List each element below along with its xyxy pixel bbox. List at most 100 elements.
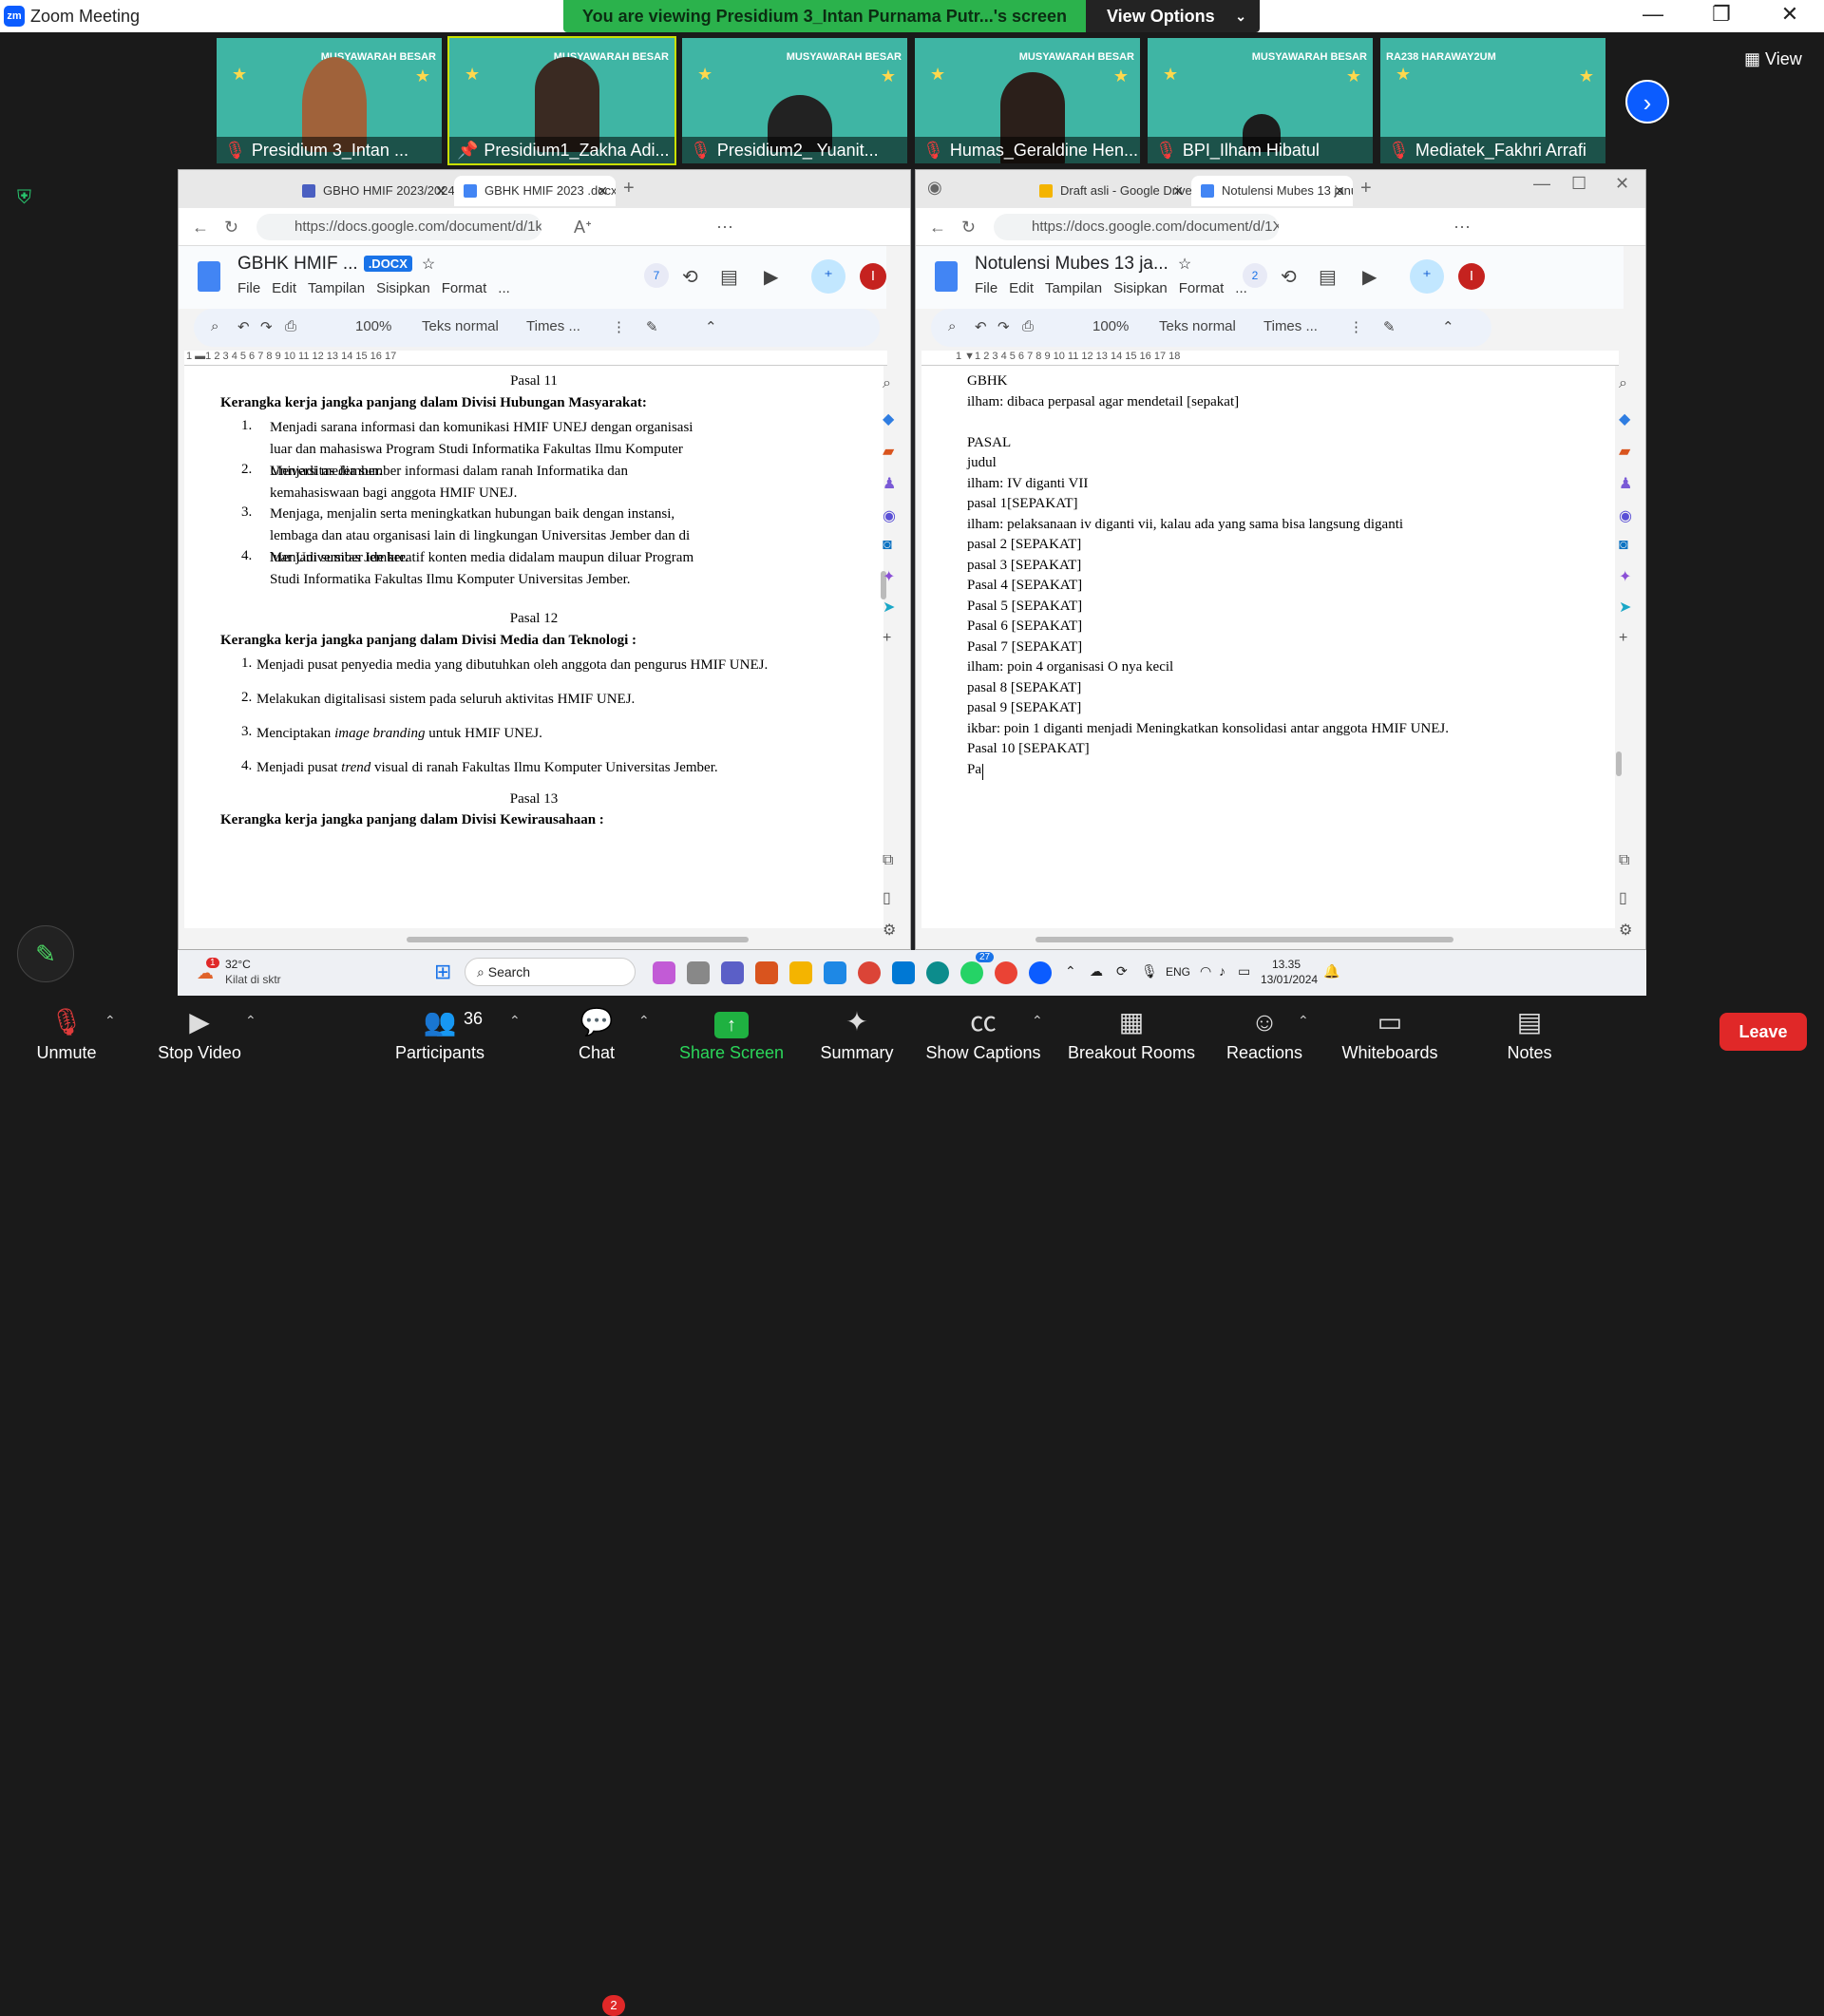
copilot-icon[interactable]: ◉ <box>883 506 896 525</box>
edge-icon[interactable] <box>926 961 949 984</box>
chevron-up-icon[interactable]: ⌃ <box>638 1013 650 1029</box>
game-icon[interactable]: ♟ <box>1619 474 1632 493</box>
more-icon[interactable]: ⋮ <box>1349 318 1363 335</box>
document-page[interactable]: GBHK ilham: dibaca perpasal agar mendetai… <box>922 366 1615 928</box>
chat-button[interactable]: 💬 Chat <box>559 1003 635 1063</box>
wifi-icon[interactable]: ◠ <box>1200 963 1211 979</box>
share-button[interactable]: ⁺ <box>1410 259 1444 294</box>
mic-icon[interactable]: 🎙 <box>1141 963 1158 979</box>
menu-dots-icon[interactable]: ⋯ <box>1454 218 1471 238</box>
horizontal-scrollbar[interactable] <box>1036 937 1454 942</box>
maximize-icon[interactable]: ☐ <box>1571 174 1586 194</box>
add-icon[interactable]: + <box>1619 630 1627 647</box>
undo-icon[interactable]: ↶ <box>975 318 987 335</box>
share-button[interactable]: ⁺ <box>811 259 846 294</box>
more-icon[interactable]: ⋮ <box>612 318 626 335</box>
participant-tile[interactable]: MUSYAWARAH BESAR ★ ★ 🎙 Presidium 3_Intan .… <box>215 36 444 165</box>
redo-icon[interactable]: ↷ <box>998 318 1010 335</box>
zoom-select[interactable]: 100% <box>1092 318 1129 334</box>
viewer-count-badge[interactable]: 7 <box>644 263 669 288</box>
sync-icon[interactable]: ⟳ <box>1116 963 1128 979</box>
gallery-next-button[interactable]: › <box>1625 80 1669 124</box>
close-icon[interactable]: ✕ <box>1771 2 1809 27</box>
participant-tile[interactable]: MUSYAWARAH BESAR ★ ★ 🎙 Humas_Geraldine Hen… <box>913 36 1142 165</box>
doc-title[interactable]: Notulensi Mubes 13 ja... ☆ <box>975 254 1191 275</box>
back-icon[interactable]: ← <box>929 218 946 238</box>
new-tab-icon[interactable]: + <box>623 178 635 200</box>
leave-button[interactable]: Leave <box>1720 1013 1807 1051</box>
menu-insert[interactable]: Sisipkan <box>376 280 430 296</box>
tab-notulensi[interactable]: Notulensi Mubes 13 januari✕ <box>1191 176 1353 206</box>
doc-title[interactable]: GBHK HMIF ... .DOCX ☆ <box>238 254 435 275</box>
url-field[interactable]: https://docs.google.com/document/d/1X... <box>994 214 1279 240</box>
url-field[interactable]: https://docs.google.com/document/d/1k... <box>256 214 542 240</box>
tab-gbhk[interactable]: GBHK HMIF 2023 .docx - Go✕ <box>454 176 616 206</box>
send-icon[interactable]: ➤ <box>883 598 895 617</box>
panel-icon[interactable]: ▯ <box>883 888 891 907</box>
collapse-icon[interactable]: ⌃ <box>705 318 717 335</box>
breakout-rooms-button[interactable]: ▦ Breakout Rooms <box>1062 1003 1201 1063</box>
reactions-button[interactable]: ☺ Reactions <box>1222 1003 1307 1063</box>
comment-icon[interactable]: ▤ <box>1319 265 1337 289</box>
avatar[interactable]: I <box>1458 263 1485 290</box>
meet-icon[interactable]: ▶ <box>1362 265 1377 289</box>
close-tab-icon[interactable]: ✕ <box>435 176 446 206</box>
viewer-count-badge[interactable]: 2 <box>1243 263 1267 288</box>
store-icon[interactable] <box>755 961 778 984</box>
language-indicator[interactable]: ENG <box>1166 965 1190 979</box>
outlook-icon[interactable]: ◙ <box>883 537 892 554</box>
participants-button[interactable]: 👥 Participants <box>378 1003 502 1063</box>
close-tab-icon[interactable]: ✕ <box>597 176 608 206</box>
menu-view[interactable]: Tampilan <box>1045 280 1102 296</box>
menu-format[interactable]: Format <box>442 280 487 296</box>
menu-file[interactable]: File <box>238 280 260 296</box>
clock-date[interactable]: 13/01/2024 <box>1261 973 1318 986</box>
copilot-icon[interactable]: ◉ <box>1619 506 1632 525</box>
chrome-icon[interactable] <box>858 961 881 984</box>
design-icon[interactable]: ✦ <box>883 567 895 586</box>
encryption-shield-icon[interactable]: ⛨ <box>17 187 38 210</box>
style-select[interactable]: Teks normal <box>422 318 499 334</box>
print-icon[interactable]: ⎙ <box>1022 318 1034 334</box>
tag-icon[interactable]: ◆ <box>883 409 894 428</box>
task-view-icon[interactable] <box>687 961 710 984</box>
mail-icon[interactable] <box>892 961 915 984</box>
font-select[interactable]: Times ... <box>1264 318 1318 334</box>
history-icon[interactable]: ⟲ <box>682 265 698 289</box>
chevron-up-icon[interactable]: ⌃ <box>1032 1013 1043 1029</box>
new-tab-icon[interactable]: + <box>1360 178 1372 200</box>
screenshot-icon[interactable]: ⧉ <box>883 852 893 869</box>
document-page[interactable]: Pasal 11 Kerangka kerja jangka panjang d… <box>184 366 884 928</box>
tray-chevron-icon[interactable]: ⌃ <box>1065 963 1076 979</box>
notes-button[interactable]: ▤ Notes <box>1501 1003 1558 1063</box>
menu-edit[interactable]: Edit <box>1009 280 1034 296</box>
view-button[interactable]: ▦ View <box>1744 49 1802 69</box>
search-icon[interactable]: ⌕ <box>883 375 891 392</box>
profile-icon[interactable]: ◉ <box>927 178 942 198</box>
reload-icon[interactable]: ↻ <box>224 218 238 238</box>
chevron-up-icon[interactable]: ⌃ <box>1298 1013 1309 1029</box>
menu-edit[interactable]: Edit <box>272 280 296 296</box>
redo-icon[interactable]: ↷ <box>260 318 273 335</box>
windows-start-icon[interactable]: ⊞ <box>434 960 451 984</box>
tag-icon[interactable]: ◆ <box>1619 409 1630 428</box>
taskbar-search[interactable]: ⌕ Search <box>465 958 636 986</box>
battery-icon[interactable]: ▭ <box>1238 963 1250 979</box>
screenshot-icon[interactable]: ⧉ <box>1619 852 1629 869</box>
file-explorer-icon[interactable] <box>789 961 812 984</box>
panel-icon[interactable]: ▯ <box>1619 888 1627 907</box>
settings-icon[interactable]: ⚙ <box>1619 921 1632 940</box>
meet-icon[interactable]: ▶ <box>764 265 778 289</box>
whiteboards-button[interactable]: ▭ Whiteboards <box>1334 1003 1446 1063</box>
outlook-icon[interactable]: ◙ <box>1619 537 1628 554</box>
participant-tile[interactable]: MUSYAWARAH BESAR ★ 📌 Presidium1_Zakha Adi… <box>447 36 676 165</box>
star-icon[interactable]: ☆ <box>1178 257 1191 273</box>
minimize-icon[interactable]: — <box>1634 2 1672 27</box>
briefcase-icon[interactable]: ▰ <box>883 442 894 461</box>
cloud-icon[interactable]: ☁ <box>1090 963 1103 979</box>
summary-button[interactable]: ✦ Summary <box>809 1003 904 1063</box>
show-captions-button[interactable]: ㏄ Show Captions <box>922 1003 1045 1063</box>
font-select[interactable]: Times ... <box>526 318 580 334</box>
star-icon[interactable]: ☆ <box>422 257 435 273</box>
tab-drive[interactable]: Draft asli - Google Drive ✕ <box>1030 176 1191 206</box>
